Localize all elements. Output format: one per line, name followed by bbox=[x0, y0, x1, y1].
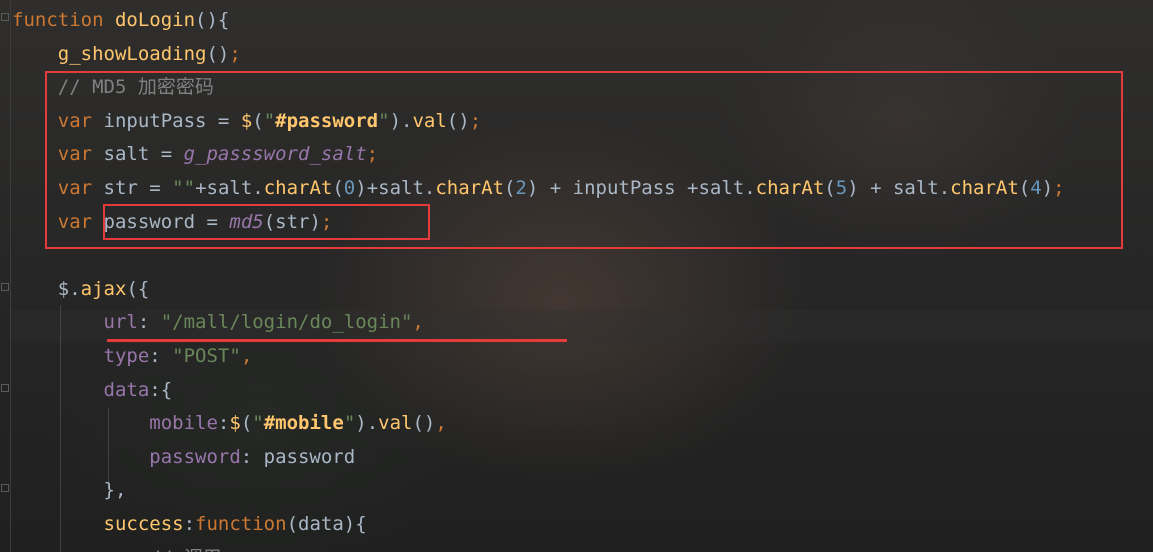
code-token: ( bbox=[240, 412, 253, 435]
code-line[interactable]: password: password bbox=[12, 441, 355, 474]
code-line[interactable]: }, bbox=[12, 474, 127, 507]
fold-marker-icon[interactable] bbox=[1, 283, 9, 291]
code-token: "/mall/login/do_login" bbox=[160, 311, 413, 334]
code-token: "POST" bbox=[172, 345, 241, 367]
code-line[interactable]: $.ajax({ bbox=[12, 273, 150, 306]
code-token: $ bbox=[229, 412, 241, 435]
code-token: doLogin bbox=[114, 9, 196, 31]
code-token: ). bbox=[355, 412, 379, 435]
code-token: , bbox=[240, 345, 253, 367]
code-token: : bbox=[149, 345, 173, 367]
fold-marker-icon[interactable] bbox=[1, 384, 9, 392]
code-token: mobile bbox=[149, 412, 218, 435]
highlight-box-password-line bbox=[103, 204, 430, 240]
code-line[interactable]: url: "/mall/login/do_login", bbox=[12, 306, 424, 339]
highlight-underline-url bbox=[107, 339, 567, 342]
code-token: type bbox=[103, 345, 150, 367]
code-token: () bbox=[412, 412, 436, 435]
code-token: $ bbox=[57, 277, 70, 300]
code-token: , bbox=[412, 311, 424, 334]
code-token: }, bbox=[103, 479, 127, 502]
code-token: () bbox=[206, 42, 230, 65]
code-token: : bbox=[217, 412, 230, 435]
code-token: url bbox=[103, 311, 138, 334]
code-token: ajax bbox=[80, 277, 127, 300]
editor-gutter bbox=[0, 0, 11, 552]
code-line[interactable]: mobile:$("#mobile").val(), bbox=[12, 407, 447, 440]
code-line[interactable]: success:function(data){ bbox=[12, 508, 367, 541]
fold-marker-icon[interactable] bbox=[1, 13, 9, 21]
code-token: " bbox=[252, 412, 264, 435]
code-line[interactable]: data:{ bbox=[12, 374, 173, 407]
code-token: password bbox=[149, 445, 241, 468]
code-token: success bbox=[103, 513, 184, 535]
code-line[interactable]: function doLogin(){ bbox=[12, 4, 229, 37]
code-token: :{ bbox=[149, 378, 173, 401]
code-token: : bbox=[183, 513, 196, 535]
code-token: function bbox=[12, 9, 104, 31]
code-token: . bbox=[69, 277, 81, 300]
code-token: val bbox=[378, 412, 413, 435]
code-token: #mobile bbox=[263, 412, 344, 435]
code-line[interactable]: g_showLoading(); bbox=[12, 38, 241, 71]
code-token: ({ bbox=[126, 277, 150, 300]
code-token: , bbox=[435, 412, 447, 435]
code-token: (data){ bbox=[286, 513, 367, 535]
code-line[interactable]: type: "POST", bbox=[12, 340, 253, 373]
code-token: : password bbox=[240, 445, 356, 468]
code-token: ; bbox=[229, 42, 241, 65]
code-token: g_showLoading bbox=[57, 42, 207, 65]
code-editor[interactable]: function doLogin(){ g_showLoading(); // … bbox=[0, 0, 1153, 552]
code-token: data bbox=[103, 378, 150, 401]
code-line[interactable]: // 调用... bbox=[12, 542, 256, 552]
code-token: : bbox=[137, 311, 161, 334]
code-token: " bbox=[343, 412, 356, 435]
code-token: // 调用... bbox=[149, 547, 256, 552]
fold-marker-icon[interactable] bbox=[1, 484, 9, 492]
code-token: function bbox=[195, 513, 287, 535]
code-token: (){ bbox=[195, 9, 230, 31]
